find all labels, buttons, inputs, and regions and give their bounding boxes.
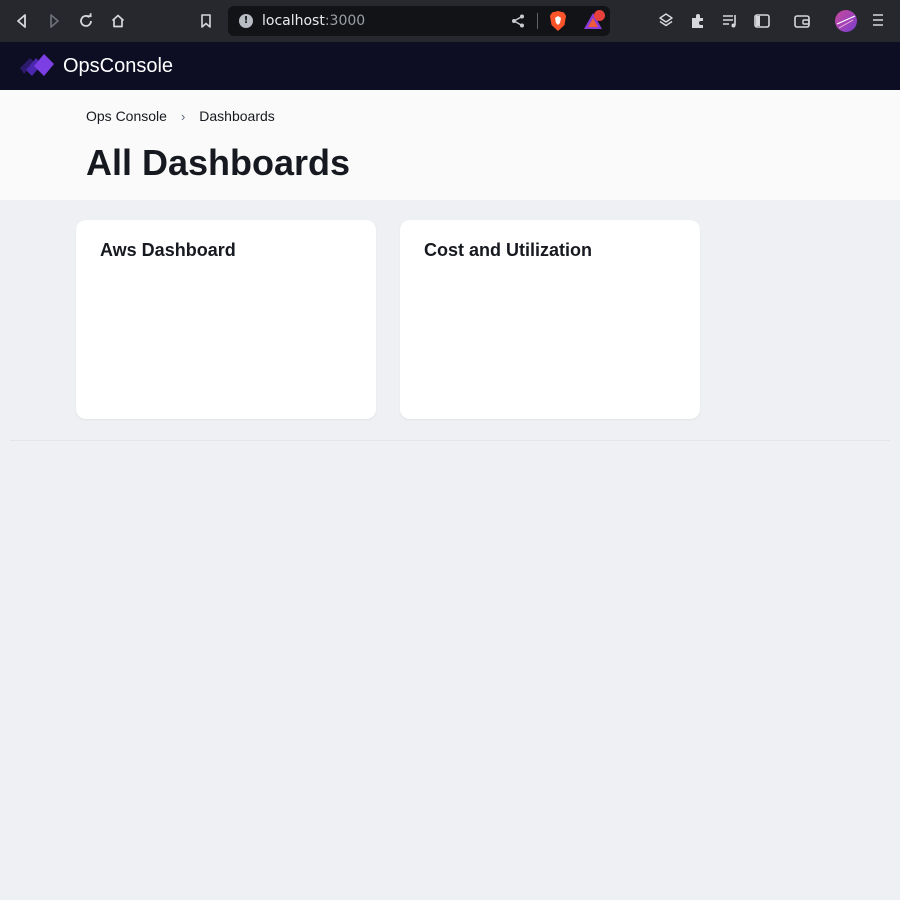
rewards-badge [594,10,605,21]
content-divider [10,440,890,441]
breadcrumb-item-dashboards: Dashboards [199,108,275,124]
breadcrumb: Ops Console › Dashboards [86,108,275,124]
forward-icon[interactable] [44,11,64,31]
sidebar-icon[interactable] [753,12,771,30]
app-header: OpsConsole [0,42,900,90]
app-name[interactable]: OpsConsole [63,55,173,78]
back-icon[interactable] [12,11,32,31]
playlist-icon[interactable] [721,12,739,30]
page-header: Ops Console › Dashboards All Dashboards [0,90,900,200]
leo-icon[interactable] [657,12,675,30]
browser-toolbar: ! localhost:3000 [0,0,900,42]
wallet-icon[interactable] [793,12,811,30]
profile-avatar[interactable] [835,10,857,32]
breadcrumb-item-ops-console[interactable]: Ops Console [86,108,167,124]
dashboard-card-cost-and-utilization[interactable]: Cost and Utilization [400,220,700,419]
address-divider [537,13,538,29]
page-title: All Dashboards [86,142,351,183]
menu-icon[interactable] [872,13,884,27]
chevron-right-icon: › [180,108,186,124]
home-icon[interactable] [108,11,128,31]
dashboard-card-title[interactable]: Cost and Utilization [424,240,592,261]
dashboard-card-title[interactable]: Aws Dashboard [100,240,236,261]
dashboard-card-aws[interactable]: Aws Dashboard [76,220,376,419]
address-bar[interactable]: ! localhost:3000 [228,6,610,36]
info-icon[interactable]: ! [239,14,253,28]
url-text: localhost:3000 [262,13,366,29]
ops-console-logo-icon[interactable] [16,50,56,82]
bookmark-icon[interactable] [196,11,216,31]
extensions-icon[interactable] [689,12,707,30]
brave-shields-icon[interactable] [548,10,568,32]
reload-icon[interactable] [76,11,96,31]
share-icon[interactable] [510,13,526,29]
